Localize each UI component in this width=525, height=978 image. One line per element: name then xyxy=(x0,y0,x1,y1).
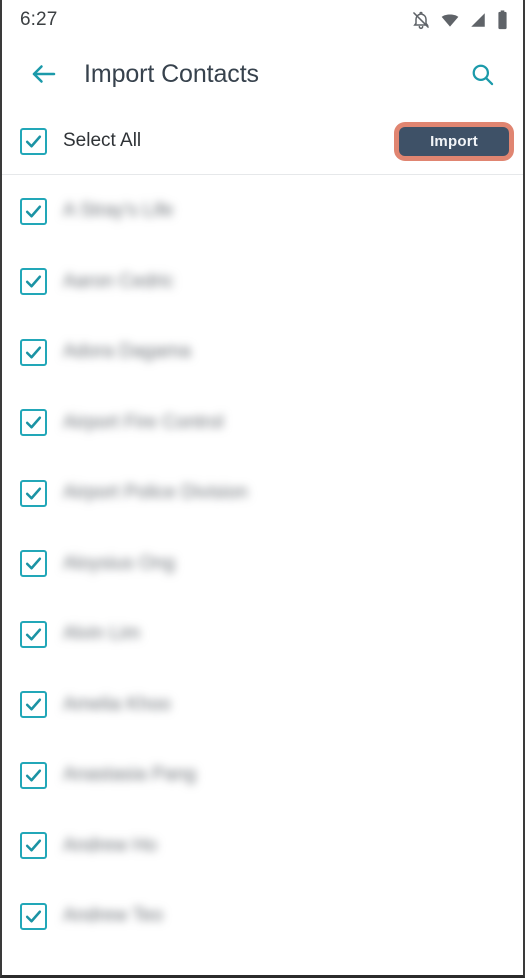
app-bar: Import Contacts xyxy=(2,40,523,108)
back-arrow-icon[interactable] xyxy=(16,46,72,102)
contact-name: Airport Fire Control xyxy=(63,411,224,433)
search-icon[interactable] xyxy=(459,51,505,97)
phone-screen: 6:27 Import Contacts Select All Import A… xyxy=(0,0,525,978)
status-bar-clock: 6:27 xyxy=(20,9,58,30)
contact-checkbox[interactable] xyxy=(20,197,47,225)
contact-name: Andrew Teo xyxy=(63,905,163,927)
status-bar: 6:27 xyxy=(2,0,523,40)
cellular-signal-icon xyxy=(469,11,487,29)
contact-row[interactable]: Aaron Cedric xyxy=(2,247,523,318)
select-all-checkbox[interactable] xyxy=(20,127,47,155)
wifi-icon xyxy=(440,10,460,30)
contact-checkbox[interactable] xyxy=(20,479,47,507)
contact-name: Amelia Khoo xyxy=(63,693,171,715)
contact-list[interactable]: A Stray's Life Aaron Cedric Adora Dagama Ai… xyxy=(2,176,523,975)
contact-row[interactable]: Andrew Teo xyxy=(2,881,523,952)
contact-checkbox[interactable] xyxy=(20,409,47,437)
contact-row[interactable]: Alvin Lim xyxy=(2,599,523,670)
contact-name: Andrew Ho xyxy=(63,834,157,856)
contact-row[interactable]: A Stray's Life xyxy=(2,176,523,247)
checkbox-checked-icon[interactable] xyxy=(20,268,47,296)
checkbox-checked-icon[interactable] xyxy=(20,832,47,860)
contact-checkbox[interactable] xyxy=(20,550,47,578)
checkbox-checked-icon[interactable] xyxy=(20,761,47,789)
contact-name: Alvin Lim xyxy=(63,623,141,645)
contact-checkbox[interactable] xyxy=(20,832,47,860)
contact-row[interactable]: Andrew Ho xyxy=(2,811,523,882)
contact-name: A Stray's Life xyxy=(63,200,174,222)
contact-name: Aaron Cedric xyxy=(63,270,174,292)
contact-checkbox[interactable] xyxy=(20,338,47,366)
battery-icon xyxy=(496,10,509,30)
contact-name: Airport Police Division xyxy=(63,482,248,504)
contact-row[interactable]: Airport Police Division xyxy=(2,458,523,529)
contact-checkbox[interactable] xyxy=(20,902,47,930)
page-title: Import Contacts xyxy=(84,59,259,88)
checkbox-checked-icon[interactable] xyxy=(20,691,47,719)
contact-row[interactable]: Anastasia Pang xyxy=(2,740,523,811)
checkbox-checked-icon[interactable] xyxy=(20,479,47,507)
checkbox-checked-icon[interactable] xyxy=(20,550,47,578)
contact-checkbox[interactable] xyxy=(20,268,47,296)
notifications-off-icon xyxy=(411,10,431,30)
contact-row[interactable]: Amelia Khoo xyxy=(2,670,523,741)
select-all-bar: Select All Import xyxy=(2,108,523,175)
import-button-highlight: Import xyxy=(394,121,514,161)
checkbox-checked-icon[interactable] xyxy=(20,338,47,366)
status-bar-icons xyxy=(411,10,509,30)
checkbox-checked-icon[interactable] xyxy=(20,409,47,437)
contact-checkbox[interactable] xyxy=(20,761,47,789)
contact-checkbox[interactable] xyxy=(20,691,47,719)
contact-checkbox[interactable] xyxy=(20,620,47,648)
checkbox-checked-icon[interactable] xyxy=(20,902,47,930)
import-button[interactable]: Import xyxy=(399,126,509,156)
contact-row[interactable]: Adora Dagama xyxy=(2,317,523,388)
checkbox-checked-icon[interactable] xyxy=(20,197,47,225)
contact-name: Adora Dagama xyxy=(63,341,191,363)
checkbox-checked-icon[interactable] xyxy=(20,620,47,648)
contact-name: Aloysius Ong xyxy=(63,552,175,574)
select-all-label: Select All xyxy=(63,130,142,151)
contact-name: Anastasia Pang xyxy=(63,764,197,786)
contact-row[interactable]: Aloysius Ong xyxy=(2,529,523,600)
checkbox-checked-icon[interactable] xyxy=(20,127,47,155)
contact-row[interactable]: Airport Fire Control xyxy=(2,388,523,459)
